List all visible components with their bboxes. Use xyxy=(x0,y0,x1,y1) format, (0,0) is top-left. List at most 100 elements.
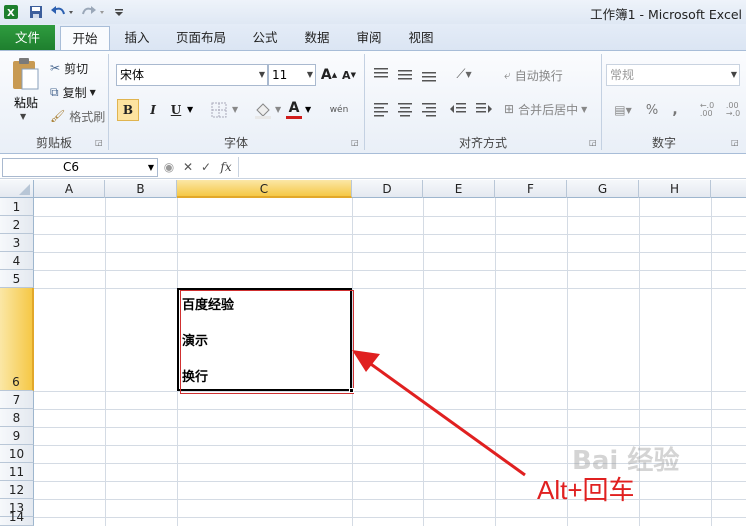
tab-view[interactable]: 视图 xyxy=(400,26,442,50)
phonetic-button[interactable]: wén xyxy=(326,99,352,121)
row-header-7[interactable]: 7 xyxy=(0,391,34,409)
copy-label: 复制 xyxy=(62,85,87,100)
enter-entry-icon[interactable]: ✓ xyxy=(198,158,214,176)
chevron-down-icon: ▼ xyxy=(147,163,154,172)
chevron-down-icon: ▼ xyxy=(258,70,265,79)
tab-data[interactable]: 数据 xyxy=(296,26,338,50)
cut-button[interactable]: ✂ 剪切 xyxy=(50,60,88,76)
font-name-combo[interactable]: 宋体 ▼ xyxy=(116,64,268,86)
row-header-8[interactable]: 8 xyxy=(0,409,34,427)
font-name-value: 宋体 xyxy=(120,68,145,82)
column-header-g[interactable]: G xyxy=(567,180,639,198)
more-functions-icon[interactable]: ◉ xyxy=(162,159,176,175)
orientation-icon[interactable]: ⟋ ▼ xyxy=(451,66,477,82)
clipboard-launcher-icon[interactable]: ◲ xyxy=(95,138,105,148)
horizontal-align-buttons xyxy=(372,101,438,117)
format-painter-label: 格式刷 xyxy=(69,109,106,124)
name-box[interactable]: C6 ▼ xyxy=(2,158,158,177)
wrap-text-icon: ⤶ xyxy=(504,67,511,82)
bold-button[interactable]: B xyxy=(117,99,139,121)
number-launcher-icon[interactable]: ◲ xyxy=(731,138,741,148)
tab-insert[interactable]: 插入 xyxy=(114,26,160,50)
row-header-9[interactable]: 9 xyxy=(0,427,34,445)
column-header-b[interactable]: B xyxy=(105,180,177,198)
tab-formulas[interactable]: 公式 xyxy=(244,26,286,50)
excel-logo-icon[interactable]: X xyxy=(2,3,20,21)
window-title: 工作簿1 - Microsoft Excel xyxy=(590,7,742,22)
row-header-5[interactable]: 5 xyxy=(0,270,34,288)
column-header-c[interactable]: C xyxy=(177,180,352,198)
column-header-a[interactable]: A xyxy=(34,180,105,198)
annotation-label: Alt+回车 xyxy=(537,475,635,505)
font-size-value: 11 xyxy=(272,68,288,82)
grid-line xyxy=(34,288,746,289)
tab-file[interactable]: 文件 xyxy=(0,25,55,50)
undo-icon[interactable] xyxy=(49,3,75,21)
shrink-font-button[interactable]: A ▼ xyxy=(340,66,358,84)
merge-center-button[interactable]: ⊞ 合并后居中 ▼ xyxy=(504,101,587,117)
indent-buttons[interactable] xyxy=(450,101,492,117)
row-header-11[interactable]: 11 xyxy=(0,463,34,481)
formula-separator xyxy=(238,157,239,177)
customize-icon[interactable] xyxy=(112,3,126,21)
chevron-down-icon: ▼ xyxy=(730,70,737,79)
number-format-combo[interactable]: 常规 ▼ xyxy=(606,64,740,86)
insert-function-icon[interactable]: fx xyxy=(217,158,235,176)
paste-icon[interactable] xyxy=(8,56,42,92)
accounting-format-icon[interactable]: ▤ ▼ xyxy=(610,101,636,119)
cell-line-3: 换行 xyxy=(182,370,209,385)
vertical-align-buttons xyxy=(372,66,438,82)
comma-button[interactable]: , xyxy=(666,101,684,119)
font-size-combo[interactable]: 11 ▼ xyxy=(268,64,316,86)
font-color-dropdown-icon[interactable]: ▼ xyxy=(305,105,311,114)
save-icon[interactable] xyxy=(27,3,45,21)
column-header-h[interactable]: H xyxy=(639,180,711,198)
column-header-f[interactable]: F xyxy=(495,180,567,198)
percent-button[interactable]: % xyxy=(642,101,662,119)
active-cell-c6[interactable]: 百度经验 演示 换行 xyxy=(177,288,352,391)
row-header-1[interactable]: 1 xyxy=(0,198,34,216)
wrap-text-button[interactable]: ⤶ 自动换行 xyxy=(504,67,563,83)
decrease-decimal-button[interactable]: .00 →.0 xyxy=(722,99,744,121)
paste-label[interactable]: 粘贴 xyxy=(10,94,42,111)
font-launcher-icon[interactable]: ◲ xyxy=(351,138,361,148)
row-header-3[interactable]: 3 xyxy=(0,234,34,252)
alignment-launcher-icon[interactable]: ◲ xyxy=(589,138,599,148)
number-format-value: 常规 xyxy=(610,68,635,82)
alignment-group-label: 对齐方式 xyxy=(458,136,507,150)
row-header-6[interactable]: 6 xyxy=(0,288,34,391)
grid-line xyxy=(34,270,746,271)
italic-button[interactable]: I xyxy=(143,99,163,121)
row-header-10[interactable]: 10 xyxy=(0,445,34,463)
column-header-e[interactable]: E xyxy=(423,180,495,198)
format-painter-button[interactable]: 🖌 格式刷 xyxy=(50,108,105,124)
borders-icon[interactable] xyxy=(208,100,230,120)
borders-dropdown-icon[interactable]: ▼ xyxy=(232,105,238,114)
copy-button[interactable]: ⧉ 复制 ▼ xyxy=(50,84,96,100)
grid-line xyxy=(34,252,746,253)
tab-home[interactable]: 开始 xyxy=(60,26,110,51)
formula-input[interactable] xyxy=(242,158,742,177)
redo-icon[interactable] xyxy=(80,3,106,21)
grow-font-button[interactable]: A ▲ xyxy=(320,66,338,84)
paste-dropdown-icon[interactable]: ▼ xyxy=(20,112,26,121)
tab-review[interactable]: 审阅 xyxy=(348,26,390,50)
select-all-button[interactable] xyxy=(0,180,34,198)
row-header-14[interactable]: 14 xyxy=(0,510,34,526)
wrap-text-label: 自动换行 xyxy=(514,68,563,83)
merge-dropdown-icon: ▼ xyxy=(581,104,588,114)
underline-dropdown-icon[interactable]: ▼ xyxy=(187,105,193,114)
column-header-d[interactable]: D xyxy=(352,180,423,198)
cancel-entry-icon[interactable]: ✕ xyxy=(180,158,196,176)
fill-dropdown-icon[interactable]: ▼ xyxy=(275,105,281,114)
fill-color-icon[interactable] xyxy=(252,100,274,120)
tab-page-layout[interactable]: 页面布局 xyxy=(168,26,234,50)
grid-line xyxy=(105,198,106,526)
font-color-button[interactable]: A xyxy=(286,99,302,119)
increase-decimal-button[interactable]: ←.0 .00 xyxy=(696,99,718,121)
copy-dropdown-icon: ▼ xyxy=(89,87,96,97)
underline-button[interactable]: U xyxy=(166,99,186,121)
row-header-4[interactable]: 4 xyxy=(0,252,34,270)
row-header-2[interactable]: 2 xyxy=(0,216,34,234)
row-header-12[interactable]: 12 xyxy=(0,481,34,499)
